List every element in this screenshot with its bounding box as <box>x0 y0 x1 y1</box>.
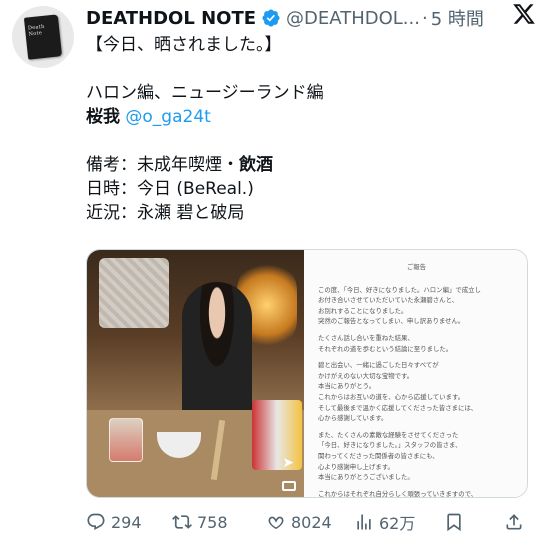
like-count: 8024 <box>291 512 332 532</box>
text-line: 【今日、晒されました。】 <box>86 35 282 55</box>
notice-line: これからはお互いの道を、心から応援しています。 <box>317 392 465 401</box>
blurred-area <box>99 258 169 328</box>
person <box>182 282 252 422</box>
view-count: 62万 <box>379 514 416 533</box>
x-logo-icon[interactable] <box>512 2 536 26</box>
bookmark-button[interactable] <box>444 510 469 534</box>
reply-icon <box>87 513 105 531</box>
notice-line: それぞれの道を歩むという結論に至りました。 <box>317 344 453 353</box>
display-name[interactable]: DEATHDOL NOTE <box>86 8 256 29</box>
text-line: 備考：未成年喫煙・飲酒 <box>86 153 524 177</box>
reply-count: 294 <box>111 512 142 532</box>
separator: · <box>421 7 428 29</box>
notice-line: お付き合いさせていただいていた永瀬碧さんと、 <box>317 296 459 305</box>
notice-line: たくさん話し合いを重ねた結果、 <box>317 333 414 342</box>
notice-line: 「今日、好きになりました。」スタッフの皆さま、 <box>317 441 462 450</box>
notice-line: 本当にありがとう。 <box>317 382 376 391</box>
handle[interactable]: @DEATHDOL... <box>286 8 420 29</box>
text-line: 近況：永瀬 碧と破局 <box>86 203 245 223</box>
notice-line: 碧と出会い、一緒に過ごした日々すべてが <box>317 361 439 370</box>
verified-badge-icon <box>262 9 280 27</box>
views-button[interactable]: 62万 <box>354 510 415 534</box>
bookmark-icon <box>447 513 461 532</box>
glass <box>109 418 143 462</box>
action-bar: 294 758 8024 62万 <box>86 510 530 534</box>
like-icon <box>268 516 284 530</box>
avatar[interactable]: Death Note <box>12 6 74 68</box>
text-line: 桜我 @o_ga24t <box>86 105 524 129</box>
notice-line: 突然のご報告となってしまい、申し訳ありません。 <box>317 317 465 326</box>
notice-line: これからはそれぞれ自分らしく頑張っていきますので、 <box>317 489 478 498</box>
bottles <box>252 400 302 470</box>
expand-icon <box>281 481 296 491</box>
media-attachment[interactable]: ➤ ご報告この度、「今日、好きになりました。ハロン編」で成立し お付き合いさせてい… <box>86 249 528 498</box>
note-label: 備考：未成年喫煙・ <box>86 155 239 175</box>
notice-line: この度、「今日、好きになりました。ハロン編」で成立し <box>317 285 481 294</box>
notice-line: ご報告 <box>406 263 427 271</box>
repost-count: 758 <box>197 512 228 532</box>
notice-line: 心より感謝申し上げます。 <box>317 462 394 471</box>
repost-icon <box>172 515 192 529</box>
text-line: 日時：今日 (BeReal.) <box>86 179 254 199</box>
notice-line: 関わってくださった関係者の皆さまにも、 <box>317 451 439 460</box>
notice-line: 本当にありがとうございました。 <box>317 473 414 482</box>
notice-line: また、たくさんの素敵な経験をさせてくださった <box>317 430 459 439</box>
note-bold: 飲酒 <box>239 155 273 175</box>
like-button[interactable]: 8024 <box>266 510 332 534</box>
send-icon: ➤ <box>282 455 294 471</box>
views-icon <box>357 514 371 530</box>
share-button[interactable] <box>504 510 529 534</box>
timestamp[interactable]: 5 時間 <box>431 5 484 31</box>
mentioned-name: 桜我 <box>86 107 120 127</box>
photo[interactable]: ➤ <box>87 250 304 497</box>
tweet-text: 【今日、晒されました。】 ハロン編、ニュージーランド編 桜我 @o_ga24t … <box>86 33 524 225</box>
reply-button[interactable]: 294 <box>86 510 142 534</box>
share-icon <box>506 514 522 530</box>
tweet-header: DEATHDOL NOTE @DEATHDOL... · 5 時間 <box>86 5 528 31</box>
notice-text: ご報告この度、「今日、好きになりました。ハロン編」で成立し お付き合いさせていただ… <box>317 262 515 498</box>
notice-line: かけがえのない大切な宝物です。 <box>317 371 414 380</box>
notebook-icon: Death Note <box>23 14 63 60</box>
notice-image[interactable]: ご報告この度、「今日、好きになりました。ハロン編」で成立し お付き合いさせていただ… <box>303 250 527 498</box>
text-line: ハロン編、ニュージーランド編 <box>86 83 324 103</box>
notice-line: 心から感謝しています。 <box>317 414 388 423</box>
mention-link[interactable]: @o_ga24t <box>125 107 210 127</box>
repost-button[interactable]: 758 <box>172 510 228 534</box>
notice-line: そして最後まで温かく応援してくださった皆さまには、 <box>317 403 478 412</box>
notice-line: お別れすることになりました。 <box>317 306 408 315</box>
